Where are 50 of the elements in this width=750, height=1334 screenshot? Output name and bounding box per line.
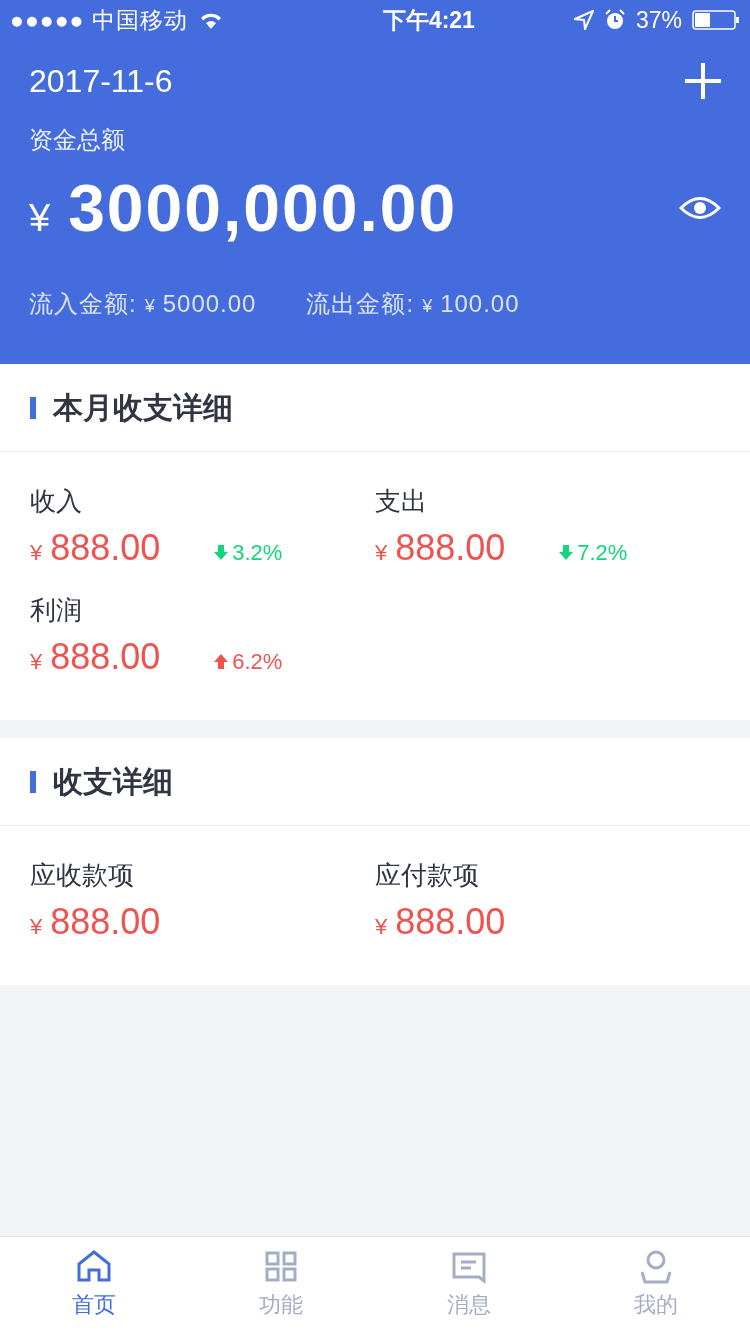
trend-percentage: 7.2%	[577, 539, 628, 567]
currency-symbol: ¥	[29, 195, 51, 241]
currency-symbol: ¥	[375, 539, 388, 567]
item-label: 应收款项	[30, 859, 135, 892]
title-marker	[30, 396, 36, 419]
add-icon[interactable]	[685, 63, 721, 99]
message-icon	[450, 1250, 487, 1284]
total-label: 资金总额	[28, 125, 126, 155]
outflow-amount: 100.00	[440, 289, 520, 319]
section-title: 收支详细	[53, 764, 173, 800]
inflow-label: 流入金额:	[29, 289, 137, 319]
currency-symbol: ¥	[30, 648, 43, 676]
currency-symbol: ¥	[30, 539, 43, 567]
eye-icon[interactable]	[679, 195, 721, 221]
carrier-text: ●●●●● 中国移动	[10, 5, 188, 35]
title-marker	[30, 770, 36, 793]
location-arrow-icon	[573, 10, 594, 30]
outflow-label: 流出金额:	[306, 289, 415, 319]
currency-symbol: ¥	[375, 913, 388, 941]
tab[interactable]: 功能	[187, 1237, 375, 1334]
battery-text: 37%	[635, 5, 682, 35]
item-label: 支出	[375, 485, 428, 518]
down-arrow-icon	[214, 545, 229, 560]
total-amount: 3000,000.00	[68, 169, 458, 247]
section-title: 本月收支详细	[53, 390, 233, 426]
trend-percentage: 6.2%	[232, 648, 283, 676]
date-text: 2017-11-6	[29, 62, 173, 101]
item-amount: 888.00	[50, 526, 162, 570]
inflow-amount: 5000.00	[162, 289, 257, 319]
item-label: 收入	[30, 485, 83, 518]
battery-icon	[692, 10, 740, 30]
item-amount: 888.00	[395, 900, 507, 944]
item-amount: 888.00	[50, 635, 162, 679]
tab[interactable]: 首页	[0, 1237, 188, 1334]
grid-icon	[263, 1250, 300, 1284]
item-label: 应付款项	[375, 859, 480, 892]
up-arrow-icon	[214, 654, 229, 669]
tab[interactable]: 消息	[375, 1237, 563, 1334]
tab[interactable]: 我的	[562, 1237, 750, 1334]
trend-percentage: 3.2%	[232, 539, 283, 567]
item-label: 利润	[30, 594, 83, 627]
down-arrow-icon	[559, 545, 574, 560]
currency-symbol: ¥	[144, 295, 155, 318]
alarm-clock-icon	[603, 9, 626, 31]
currency-symbol: ¥	[30, 913, 43, 941]
currency-symbol: ¥	[422, 295, 433, 318]
time-text: 下午4:21	[382, 5, 475, 35]
home-icon	[75, 1250, 112, 1284]
item-amount: 888.00	[50, 900, 162, 944]
item-amount: 888.00	[395, 526, 507, 570]
